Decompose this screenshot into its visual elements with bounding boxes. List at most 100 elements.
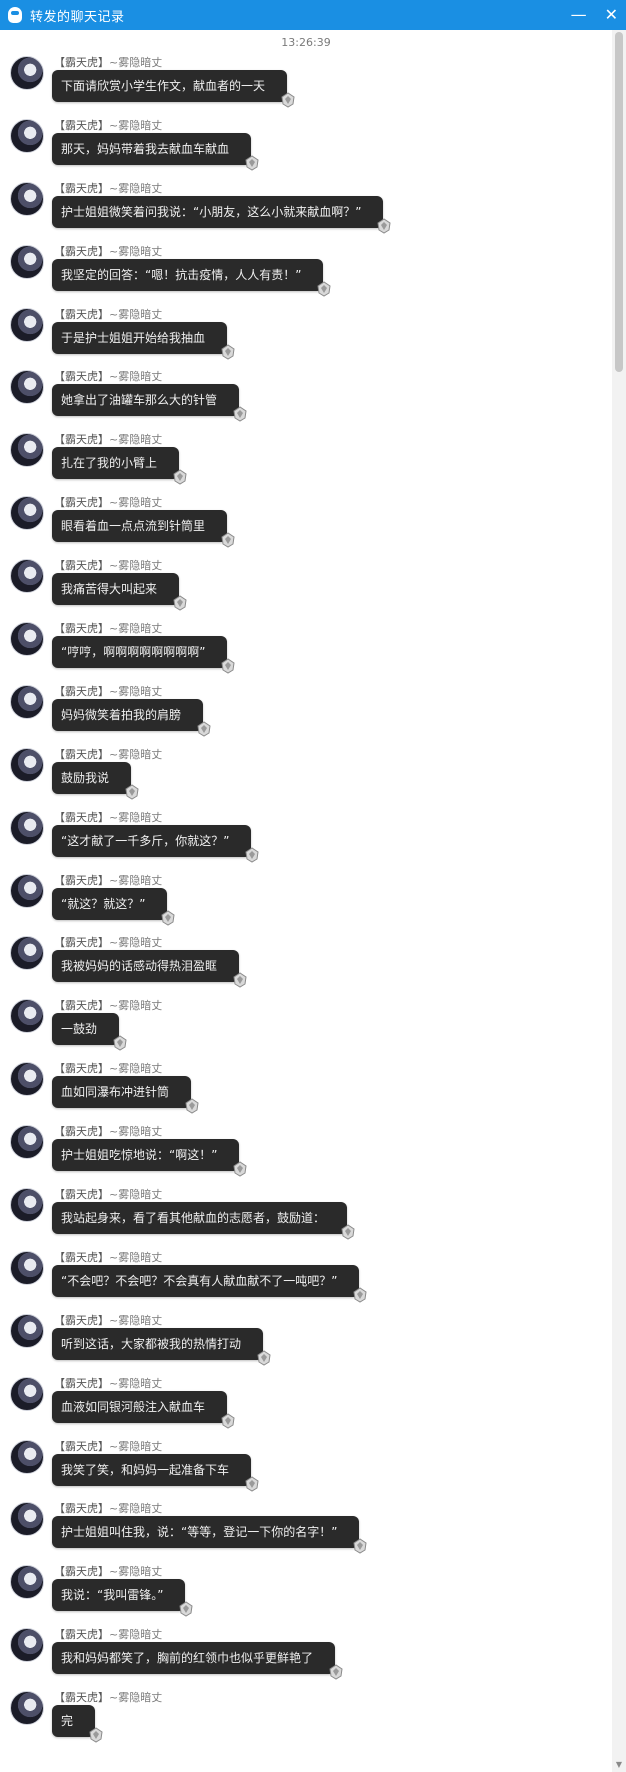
avatar[interactable] (10, 1125, 44, 1160)
sender-name: ~雾隐暗丈 (109, 1313, 163, 1327)
message-bubble[interactable]: 下面请欣赏小学生作文，献血者的一天 (52, 70, 295, 108)
message-bubble[interactable]: 血液如同银河般注入献血车 (52, 1390, 235, 1429)
avatar[interactable] (10, 1439, 44, 1474)
message-bubble[interactable]: 护士姐姐叫住我，说：“等等，登记一下你的名字！” (52, 1516, 367, 1555)
bubble-decoration-icon (280, 92, 296, 108)
avatar[interactable] (10, 559, 44, 594)
message-bubble[interactable]: 一鼓劲 (52, 1013, 127, 1051)
sender-tag: 【霸天虎】 (54, 1502, 109, 1516)
sender-name: ~雾隐暗丈 (109, 1628, 163, 1642)
message-bubble[interactable]: 扎在了我的小臂上 (52, 447, 187, 485)
message-bubble[interactable]: 完 (52, 1705, 103, 1743)
avatar[interactable] (10, 244, 44, 279)
message-bubble[interactable]: 我笑了笑，和妈妈一起准备下车 (52, 1453, 259, 1492)
avatar[interactable] (10, 1502, 44, 1537)
avatar[interactable] (10, 1565, 44, 1600)
message-bubble[interactable]: 鼓励我说 (52, 761, 139, 800)
sender-tag: 【霸天虎】 (54, 1628, 109, 1642)
scroll-down-arrow-icon[interactable]: ▼ (612, 1758, 626, 1772)
avatar[interactable] (10, 1188, 44, 1223)
sender-name: ~雾隐暗丈 (109, 1502, 163, 1516)
avatar[interactable] (10, 1691, 44, 1726)
message-item: 【霸天虎】~雾隐暗丈 “哼哼，啊啊啊啊啊啊啊啊” (0, 616, 612, 679)
sender-line: 【霸天虎】~雾隐暗丈 (54, 1123, 162, 1139)
sender-name: ~雾隐暗丈 (109, 1188, 163, 1202)
scrollbar[interactable]: ▲ ▼ (612, 30, 626, 1772)
message-bubble[interactable]: 我被妈妈的话感动得热泪盈眶 (52, 950, 247, 989)
sender-line: 【霸天虎】~雾隐暗丈 (54, 117, 162, 133)
sender-line: 【霸天虎】~雾隐暗丈 (54, 1249, 162, 1265)
avatar[interactable] (10, 684, 44, 719)
message-bubble[interactable]: 我站起身来，看了看其他献血的志愿者，鼓励道： (52, 1202, 355, 1240)
avatar[interactable] (10, 936, 44, 971)
message-bubble[interactable]: “不会吧？不会吧？不会真有人献血献不了一吨吧？” (52, 1264, 367, 1303)
sender-tag: 【霸天虎】 (54, 1439, 109, 1453)
message-item: 【霸天虎】~雾隐暗丈 我被妈妈的话感动得热泪盈眶 (0, 930, 612, 993)
avatar[interactable] (10, 56, 44, 90)
message-bubble[interactable]: 于是护士姐姐开始给我抽血 (52, 321, 235, 360)
message-bubble[interactable]: 血如同瀑布冲进针筒 (52, 1076, 199, 1114)
message-bubble[interactable]: 我痛苦得大叫起来 (52, 573, 187, 611)
message-item: 【霸天虎】~雾隐暗丈 “不会吧？不会吧？不会真有人献血献不了一吨吧？” (0, 1245, 612, 1308)
avatar[interactable] (10, 622, 44, 657)
message-bubble[interactable]: 护士姐姐吃惊地说：“啊这！” (52, 1139, 247, 1177)
message-bubble[interactable]: 我说：“我叫雷锋。” (52, 1579, 193, 1617)
avatar[interactable] (10, 1313, 44, 1348)
sender-tag: 【霸天虎】 (54, 370, 109, 384)
avatar[interactable] (10, 307, 44, 342)
avatar[interactable] (10, 1062, 44, 1097)
avatar[interactable] (10, 433, 44, 468)
sender-line: 【霸天虎】~雾隐暗丈 (54, 683, 162, 699)
avatar[interactable] (10, 118, 44, 153)
sender-tag: 【霸天虎】 (54, 559, 109, 573)
bubble-decoration-icon (220, 1413, 236, 1429)
message-text: 完 (61, 1714, 74, 1729)
message-item: 【霸天虎】~雾隐暗丈 她拿出了油罐车那么大的针管 (0, 364, 612, 427)
scroll-thumb[interactable] (615, 32, 623, 372)
message-bubble[interactable]: 听到这话，大家都被我的热情打动 (52, 1327, 271, 1366)
sender-line: 【霸天虎】~雾隐暗丈 (54, 1500, 162, 1516)
message-item: 【霸天虎】~雾隐暗丈 鼓励我说 (0, 742, 612, 805)
message-bubble[interactable]: “这才献了一千多斤，你就这？” (52, 824, 259, 863)
message-text: “不会吧？不会吧？不会真有人献血献不了一吨吧？” (61, 1273, 338, 1288)
avatar[interactable] (10, 370, 44, 405)
close-button[interactable]: ✕ (605, 0, 618, 30)
sender-line: 【霸天虎】~雾隐暗丈 (54, 1060, 162, 1076)
message-bubble[interactable]: 我和妈妈都笑了，胸前的红领巾也似乎更鲜艳了 (52, 1642, 343, 1680)
message-text: 我笑了笑，和妈妈一起准备下车 (61, 1462, 230, 1477)
message-text: 眼看着血一点点流到针筒里 (61, 519, 206, 534)
message-bubble[interactable]: 那天，妈妈带着我去献血车献血 (52, 132, 259, 171)
sender-name: ~雾隐暗丈 (109, 118, 163, 132)
avatar[interactable] (10, 747, 44, 782)
sender-name: ~雾隐暗丈 (109, 622, 163, 636)
message-bubble[interactable]: 妈妈微笑着拍我的肩膀 (52, 698, 211, 737)
sender-line: 【霸天虎】~雾隐暗丈 (54, 54, 162, 70)
message-item: 【霸天虎】~雾隐暗丈 妈妈微笑着拍我的肩膀 (0, 679, 612, 742)
message-bubble[interactable]: 我坚定的回答：“嗯！抗击疫情，人人有责！” (52, 258, 331, 297)
sender-line: 【霸天虎】~雾隐暗丈 (54, 1563, 162, 1579)
chat-history[interactable]: 13:26:39 【霸天虎】~雾隐暗丈 下面请欣赏小学生作文，献血者的一天 【霸天虎… (0, 30, 612, 1772)
avatar[interactable] (10, 999, 44, 1034)
sender-line: 【霸天虎】~雾隐暗丈 (54, 934, 162, 950)
message-bubble[interactable]: 她拿出了油罐车那么大的针管 (52, 384, 247, 423)
sender-tag: 【霸天虎】 (54, 181, 109, 195)
bubble-decoration-icon (232, 972, 248, 989)
sender-tag: 【霸天虎】 (54, 307, 109, 321)
avatar[interactable] (10, 1376, 44, 1411)
avatar[interactable] (10, 1250, 44, 1285)
avatar[interactable] (10, 1628, 44, 1663)
message-text: 护士姐姐叫住我，说：“等等，登记一下你的名字！” (61, 1525, 338, 1540)
message-bubble[interactable]: “就这？就这？” (52, 887, 175, 926)
avatar[interactable] (10, 873, 44, 908)
avatar[interactable] (10, 181, 44, 216)
avatar[interactable] (10, 496, 44, 531)
sender-line: 【霸天虎】~雾隐暗丈 (54, 557, 162, 573)
message-bubble[interactable]: 眼看着血一点点流到针筒里 (52, 510, 235, 548)
sender-tag: 【霸天虎】 (54, 1313, 109, 1327)
message-bubble[interactable]: “哼哼，啊啊啊啊啊啊啊啊” (52, 636, 235, 674)
avatar[interactable] (10, 810, 44, 845)
minimize-button[interactable]: — (571, 0, 587, 30)
window-title: 转发的聊天记录 (30, 9, 125, 25)
window-controls: — ✕ (571, 0, 618, 30)
message-bubble[interactable]: 护士姐姐微笑着问我说：“小朋友，这么小就来献血啊？” (52, 195, 391, 234)
